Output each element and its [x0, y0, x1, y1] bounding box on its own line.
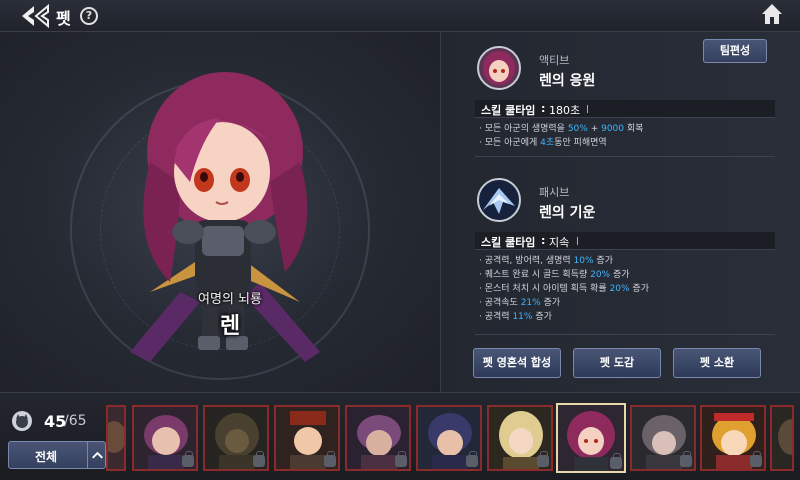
lock-icon	[395, 451, 407, 467]
pet-filter-dropdown[interactable]: 전체	[8, 441, 106, 469]
back-arrow-icon[interactable]	[20, 4, 50, 28]
lock-icon	[680, 451, 692, 467]
pet-summon-button[interactable]: 펫 소환	[673, 348, 761, 378]
pet-slot[interactable]	[132, 405, 198, 471]
pet-slot[interactable]	[770, 405, 794, 471]
lock-icon	[750, 451, 762, 467]
passive-skill-desc-3: · 몬스터 처치 시 아이템 획득 확률 20% 증가	[479, 284, 649, 294]
passive-skill-desc-5: · 공격력 11% 증가	[479, 312, 552, 322]
pet-slot[interactable]	[345, 405, 411, 471]
lock-icon	[537, 451, 549, 467]
passive-skill-type: 패시브	[539, 186, 570, 199]
pet-name: 렌	[219, 314, 241, 339]
pet-slot[interactable]	[106, 405, 126, 471]
cooldown-colon: :	[541, 102, 546, 115]
pet-slot[interactable]	[700, 405, 766, 471]
cooldown-marker	[587, 105, 588, 113]
cooldown-colon: :	[541, 234, 546, 247]
action-divider	[475, 334, 775, 335]
skill-divider	[475, 156, 775, 157]
lock-icon	[253, 451, 265, 467]
pet-slot[interactable]	[487, 405, 553, 471]
help-icon[interactable]: ?	[80, 7, 98, 25]
passive-cooldown-value: 지속	[549, 236, 570, 249]
pet-codex-button[interactable]: 펫 도감	[573, 348, 661, 378]
home-icon[interactable]	[760, 2, 784, 26]
pet-title: 여명의 뇌룡	[198, 292, 262, 307]
pet-slot[interactable]	[630, 405, 696, 471]
passive-skill-name: 렌의 기운	[539, 205, 596, 221]
passive-skill-icon	[477, 178, 521, 222]
pet-display-stage: 여명의 뇌룡 렌	[0, 32, 440, 392]
top-bar: 펫 ?	[0, 0, 800, 32]
page-title: 펫	[56, 9, 71, 28]
pet-slot[interactable]	[274, 405, 340, 471]
passive-skill-desc-2: · 퀘스트 완료 시 골드 획득량 20% 증가	[479, 270, 630, 280]
passive-skill-desc-4: · 공격속도 21% 증가	[479, 298, 561, 308]
pet-slot[interactable]	[203, 405, 269, 471]
pet-slot[interactable]	[416, 405, 482, 471]
active-skill-desc-1: · 모든 아군의 생명력을 50% + 9000 회복	[479, 124, 644, 134]
active-skill-type: 액티브	[539, 54, 570, 67]
active-cooldown-label: 스킬 쿨타임	[481, 104, 536, 117]
soulstone-fuse-button[interactable]: 펫 영혼석 합성	[473, 348, 561, 378]
lock-icon	[466, 451, 478, 467]
active-skill-desc-2: · 모든 아군에게 4초동안 피해면역	[479, 138, 607, 148]
lock-icon	[610, 453, 622, 469]
active-cooldown-bar: 스킬 쿨타임 : 180초	[475, 100, 775, 118]
filter-label: 전체	[35, 450, 58, 464]
pet-inventory-bar: 45 /65 전체	[0, 392, 800, 480]
active-skill-icon	[477, 46, 521, 90]
lock-icon	[324, 451, 336, 467]
pet-count-max: /65	[64, 413, 87, 429]
chevron-up-icon[interactable]	[87, 442, 107, 468]
pet-slot-selected[interactable]	[556, 403, 626, 473]
passive-cooldown-bar: 스킬 쿨타임 : 지속	[475, 232, 775, 250]
passive-cooldown-label: 스킬 쿨타임	[481, 236, 536, 249]
pet-count-current: 45	[44, 412, 67, 431]
active-cooldown-value: 180초	[549, 104, 581, 117]
cooldown-marker	[577, 237, 578, 245]
passive-skill-desc-1: · 공격력, 방어력, 생명력 10% 증가	[479, 256, 613, 266]
lock-icon	[182, 451, 194, 467]
skill-panel: 팀편성 액티브 렌의 응원 스킬 쿨타임 : 180초 · 모든 아군의 생명력…	[440, 32, 800, 392]
team-edit-button[interactable]: 팀편성	[703, 39, 767, 63]
pet-count-icon	[12, 411, 32, 431]
active-skill-name: 렌의 응원	[539, 73, 596, 89]
